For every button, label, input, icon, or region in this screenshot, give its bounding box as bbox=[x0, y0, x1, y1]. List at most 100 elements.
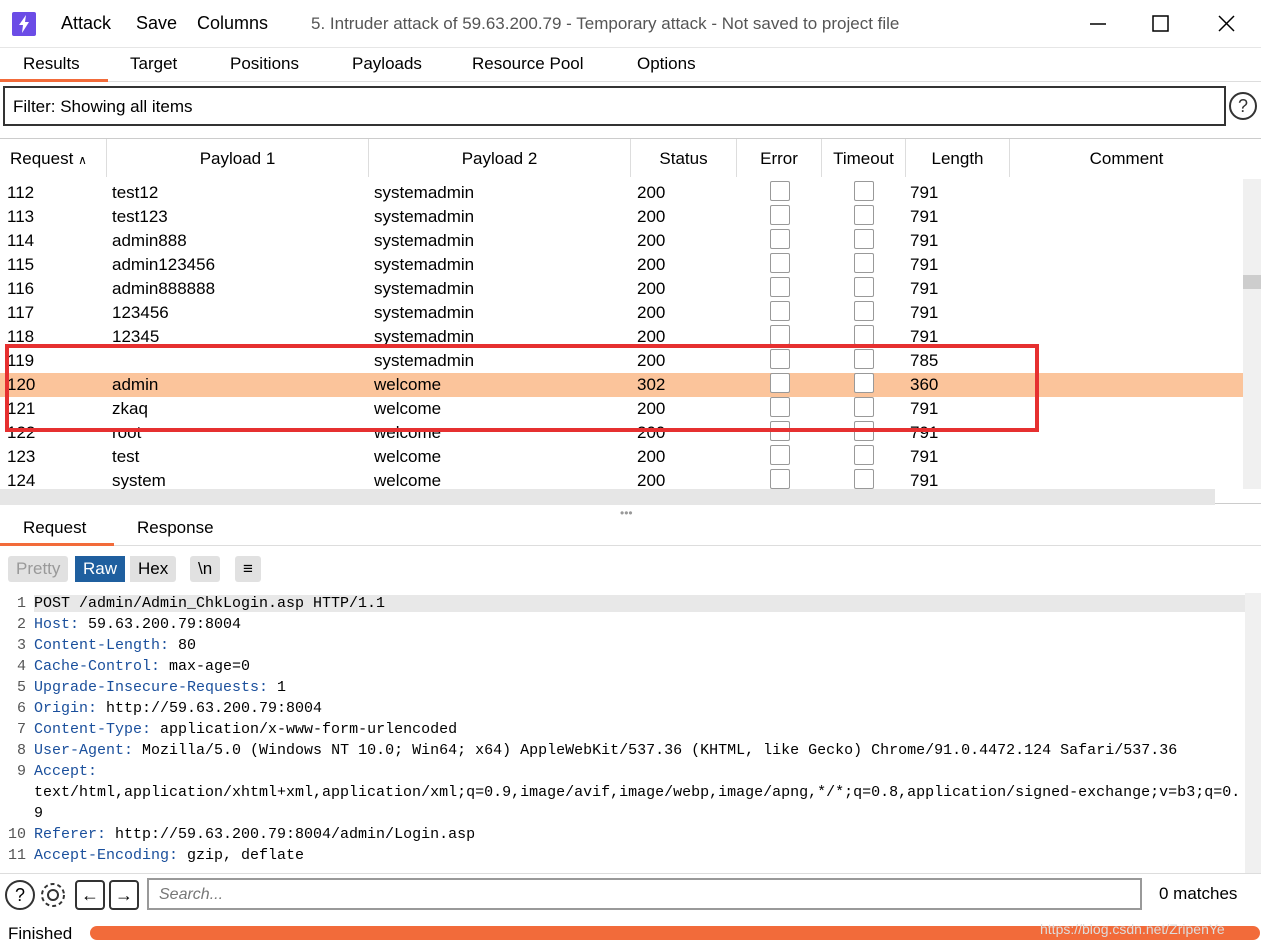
header-value: Mozilla/5.0 (Windows NT 10.0; Win64; x64… bbox=[133, 742, 1178, 759]
code-line: 9 bbox=[34, 805, 43, 822]
header-key: Upgrade-Insecure-Requests: bbox=[34, 679, 269, 696]
col-timeout[interactable]: Timeout bbox=[822, 139, 906, 177]
menu-columns[interactable]: Columns bbox=[197, 13, 268, 34]
code-line: Accept: bbox=[34, 763, 97, 780]
header-value: 1 bbox=[268, 679, 287, 696]
table-row[interactable]: 116 admin888888 systemadmin 200 791 bbox=[0, 277, 1243, 301]
pretty-button[interactable]: Pretty bbox=[8, 556, 69, 582]
error-checkbox bbox=[770, 229, 790, 249]
editor-vertical-scrollbar[interactable] bbox=[1245, 593, 1261, 873]
line-number: 2 bbox=[16, 616, 26, 633]
table-row[interactable]: 115 admin123456 systemadmin 200 791 bbox=[0, 253, 1243, 277]
col-request[interactable]: Request ∧ bbox=[0, 139, 107, 177]
line-number: 5 bbox=[16, 679, 26, 696]
col-payload1[interactable]: Payload 1 bbox=[107, 139, 369, 177]
table-row[interactable]: 113 test123 systemadmin 200 791 bbox=[0, 205, 1243, 229]
col-payload2[interactable]: Payload 2 bbox=[369, 139, 631, 177]
cell-p2: systemadmin bbox=[374, 231, 475, 250]
error-checkbox bbox=[770, 277, 790, 297]
cell-p2: welcome bbox=[374, 447, 442, 466]
maximize-icon[interactable] bbox=[1145, 10, 1177, 38]
detail-tabs: Request Response bbox=[0, 512, 1261, 546]
tab-response[interactable]: Response bbox=[137, 518, 214, 546]
header-key: Host: bbox=[34, 616, 80, 633]
line-number: 8 bbox=[16, 742, 26, 759]
tab-target[interactable]: Target bbox=[130, 54, 177, 82]
search-input[interactable]: Search... bbox=[147, 878, 1142, 910]
cell-req: 116 bbox=[7, 279, 35, 298]
code-line: Content-Type: application/x-www-form-url… bbox=[34, 721, 457, 738]
cell-p2: systemadmin bbox=[374, 207, 475, 226]
header-key: Content-Type: bbox=[34, 721, 152, 738]
code-line: Accept-Encoding: gzip, deflate bbox=[34, 847, 304, 864]
cell-req: 114 bbox=[7, 231, 35, 250]
code-line: Content-Length: 80 bbox=[34, 637, 196, 654]
filter-bar[interactable]: Filter: Showing all items bbox=[3, 86, 1226, 126]
help-icon[interactable]: ? bbox=[5, 880, 35, 910]
menu-attack[interactable]: Attack bbox=[61, 13, 111, 34]
tab-positions[interactable]: Positions bbox=[230, 54, 299, 82]
line-number: 6 bbox=[16, 700, 26, 717]
timeout-checkbox bbox=[854, 325, 874, 345]
col-error[interactable]: Error bbox=[737, 139, 822, 177]
header-value: 59.63.200.79:8004 bbox=[79, 616, 242, 633]
next-arrow-icon[interactable]: → bbox=[109, 880, 139, 910]
error-checkbox bbox=[770, 445, 790, 465]
menu-save[interactable]: Save bbox=[136, 13, 177, 34]
menu-icon[interactable]: ≡ bbox=[235, 556, 261, 582]
col-status[interactable]: Status bbox=[631, 139, 737, 177]
cell-p1: 123456 bbox=[112, 303, 169, 322]
cell-p1: test123 bbox=[112, 207, 168, 226]
status-text: Finished bbox=[8, 924, 73, 943]
prev-arrow-icon[interactable]: ← bbox=[75, 880, 105, 910]
cell-p2: systemadmin bbox=[374, 255, 475, 274]
cell-p1: system bbox=[112, 471, 166, 490]
raw-button[interactable]: Raw bbox=[75, 556, 126, 582]
timeout-checkbox bbox=[854, 277, 874, 297]
header-key: Accept-Encoding: bbox=[34, 847, 179, 864]
tab-request[interactable]: Request bbox=[0, 518, 114, 546]
minimize-icon[interactable] bbox=[1082, 10, 1114, 38]
newline-toggle-button[interactable]: \n bbox=[190, 556, 221, 582]
help-icon[interactable]: ? bbox=[1229, 92, 1257, 120]
search-bar: ? ← → Search... 0 matches bbox=[0, 873, 1261, 917]
timeout-checkbox bbox=[854, 469, 874, 489]
cell-status: 200 bbox=[637, 183, 666, 202]
burp-logo-icon bbox=[12, 12, 36, 36]
col-comment[interactable]: Comment bbox=[1010, 139, 1243, 177]
cell-p2: systemadmin bbox=[374, 303, 475, 322]
line-number: 11 bbox=[7, 847, 26, 864]
table-row[interactable]: 117 123456 systemadmin 200 791 bbox=[0, 301, 1243, 325]
tab-options[interactable]: Options bbox=[637, 54, 696, 82]
error-checkbox bbox=[770, 301, 790, 321]
tab-results[interactable]: Results bbox=[0, 54, 108, 82]
header-value: gzip, deflate bbox=[178, 847, 305, 864]
code-line: Cache-Control: max-age=0 bbox=[34, 658, 250, 675]
gear-icon[interactable] bbox=[38, 880, 68, 910]
header-value: max-age=0 bbox=[160, 658, 251, 675]
header-value: 9 bbox=[34, 805, 44, 822]
request-editor[interactable]: 1 POST /admin/Admin_ChkLogin.asp HTTP/1.1… bbox=[0, 593, 1245, 873]
tab-resource-pool[interactable]: Resource Pool bbox=[472, 54, 584, 82]
sort-asc-icon: ∧ bbox=[78, 153, 87, 167]
timeout-checkbox bbox=[854, 301, 874, 321]
close-icon[interactable] bbox=[1210, 10, 1242, 38]
cell-length: 791 bbox=[910, 447, 939, 466]
error-checkbox bbox=[770, 469, 790, 489]
results-table: Request ∧ Payload 1 Payload 2 Status Err… bbox=[0, 138, 1261, 505]
hex-button[interactable]: Hex bbox=[130, 556, 177, 582]
table-row[interactable]: 114 admin888 systemadmin 200 791 bbox=[0, 229, 1243, 253]
code-line: Referer: http://59.63.200.79:8004/admin/… bbox=[34, 826, 475, 843]
cell-req: 112 bbox=[7, 183, 35, 202]
col-length[interactable]: Length bbox=[906, 139, 1010, 177]
code-line: Origin: http://59.63.200.79:8004 bbox=[34, 700, 322, 717]
code-line: Host: 59.63.200.79:8004 bbox=[34, 616, 241, 633]
table-row[interactable]: 123 test welcome 200 791 bbox=[0, 445, 1243, 469]
table-vertical-scrollbar[interactable] bbox=[1243, 179, 1261, 489]
tab-payloads[interactable]: Payloads bbox=[352, 54, 422, 82]
match-count: 0 matches bbox=[1159, 884, 1238, 903]
table-horizontal-scrollbar[interactable] bbox=[0, 489, 1215, 505]
table-header: Request ∧ Payload 1 Payload 2 Status Err… bbox=[0, 139, 1261, 179]
table-row[interactable]: 112 test12 systemadmin 200 791 bbox=[0, 181, 1243, 205]
line-number: 7 bbox=[16, 721, 26, 738]
